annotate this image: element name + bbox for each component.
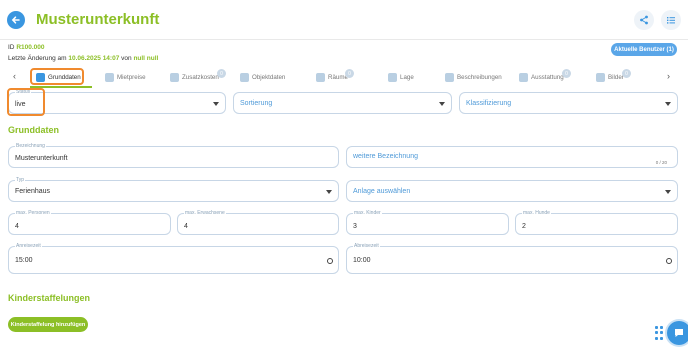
- character-counter: 0 / 20: [655, 160, 667, 165]
- changed-date: 10.06.2025 14:07: [68, 55, 120, 62]
- tab-beschreibungen[interactable]: Beschreibungen: [445, 70, 502, 84]
- clock-icon[interactable]: [327, 258, 333, 264]
- weitere-bezeichnung-field[interactable]: weitere Bezeichnung 0 / 20: [346, 146, 678, 168]
- klassifizierung-placeholder: Klassifizierung: [466, 100, 512, 107]
- grunddaten-section-title: Grunddaten: [8, 125, 59, 135]
- max-kinder-label: max. Kinder: [353, 210, 382, 216]
- bezeichnung-field[interactable]: Bezeichnung Musterunterkunft: [8, 143, 339, 168]
- tab-label: Lage: [400, 73, 414, 81]
- bezeichnung-value: Musterunterkunft: [15, 155, 68, 162]
- id-label: ID: [8, 44, 15, 51]
- status-highlight-box: [7, 88, 45, 116]
- list-icon: [667, 17, 675, 24]
- tab-label: Zusatzkosten: [182, 73, 219, 81]
- bilder-count-badge: 0: [622, 69, 631, 78]
- kinderstaffelungen-section-title: Kinderstaffelungen: [8, 293, 91, 303]
- amenities-icon: [519, 72, 528, 82]
- share-icon: [640, 15, 648, 25]
- raeume-count-badge: 0: [345, 69, 354, 78]
- image-icon: [596, 72, 605, 82]
- tab-raeume[interactable]: Räume: [316, 70, 348, 84]
- max-hunde-label: max. Hunde: [522, 210, 551, 216]
- chevron-right-icon[interactable]: ›: [667, 71, 670, 81]
- back-button[interactable]: [7, 11, 25, 29]
- top-bar: Musterunterkunft: [0, 0, 688, 40]
- chevron-down-icon: [665, 102, 671, 106]
- max-hunde-value: 2: [522, 223, 526, 230]
- record-id: ID R100.000: [8, 44, 45, 51]
- anlage-placeholder: Anlage auswählen: [353, 188, 411, 195]
- anreisezeit-value: 15:00: [15, 257, 33, 264]
- abreisezeit-field[interactable]: Abreisezeit 10:00: [346, 243, 678, 274]
- changed-prefix: Letzte Änderung am: [8, 55, 67, 62]
- tab-label: Objektdaten: [252, 73, 286, 81]
- max-hunde-field[interactable]: max. Hunde 2: [515, 210, 678, 235]
- typ-select[interactable]: Typ Ferienhaus: [8, 177, 339, 202]
- chevron-left-icon[interactable]: ‹: [13, 71, 16, 81]
- clock-icon[interactable]: [666, 258, 672, 264]
- tab-lage[interactable]: Lage: [388, 70, 414, 84]
- weitere-bezeichnung-placeholder: weitere Bezeichnung: [353, 153, 418, 160]
- coins-icon: [170, 72, 179, 82]
- current-users-button[interactable]: Aktuelle Benutzer (1): [611, 43, 677, 56]
- id-value: R100.000: [16, 44, 45, 51]
- ausstattung-count-badge: 0: [562, 69, 571, 78]
- tab-label: Ausstattung: [531, 73, 564, 81]
- tab-bar: ‹ Grunddaten Mietpreise Zusatzkosten 0 O…: [0, 66, 688, 88]
- max-erwachsene-field[interactable]: max. Erwachsene 4: [177, 210, 339, 235]
- list-menu-button[interactable]: [661, 10, 681, 30]
- share-button[interactable]: [634, 10, 654, 30]
- changed-by-prefix: von: [121, 55, 132, 62]
- add-kinderstaffelung-button[interactable]: Kinderstaffelung hinzufügen: [8, 317, 88, 332]
- typ-label: Typ: [15, 177, 26, 183]
- tab-label: Mietpreise: [117, 73, 146, 81]
- max-erwachsene-label: max. Erwachsene: [184, 210, 226, 216]
- max-personen-label: max. Personen: [15, 210, 51, 216]
- tab-label: Beschreibungen: [457, 73, 502, 81]
- bed-icon: [316, 72, 325, 82]
- chart-icon: [105, 72, 114, 82]
- bezeichnung-label: Bezeichnung: [15, 143, 46, 149]
- sortierung-select[interactable]: Sortierung: [233, 92, 452, 114]
- max-kinder-field[interactable]: max. Kinder 3: [346, 210, 509, 235]
- location-pin-icon: [388, 72, 397, 82]
- klassifizierung-select[interactable]: Klassifizierung: [459, 92, 678, 114]
- zusatzkosten-count-badge: 0: [217, 69, 226, 78]
- tab-mietpreise[interactable]: Mietpreise: [105, 70, 146, 84]
- last-change: Letzte Änderung am 10.06.2025 14:07 von …: [8, 55, 158, 62]
- abreisezeit-value: 10:00: [353, 257, 371, 264]
- sortierung-placeholder: Sortierung: [240, 100, 273, 107]
- chevron-down-icon: [326, 190, 332, 194]
- anlage-select[interactable]: Anlage auswählen: [346, 180, 678, 202]
- max-personen-value: 4: [15, 223, 19, 230]
- changed-by: null null: [133, 55, 159, 62]
- chevron-down-icon: [665, 190, 671, 194]
- arrow-left-icon: [11, 16, 20, 24]
- max-erwachsene-value: 4: [184, 223, 188, 230]
- anreisezeit-field[interactable]: Anreisezeit 15:00: [8, 243, 339, 274]
- chat-button[interactable]: [667, 321, 688, 345]
- chevron-down-icon: [439, 102, 445, 106]
- chat-icon: [675, 329, 683, 337]
- tab-zusatzkosten[interactable]: Zusatzkosten: [170, 70, 219, 84]
- max-personen-field[interactable]: max. Personen 4: [8, 210, 171, 235]
- text-icon: [445, 72, 454, 82]
- tab-highlight-box: [30, 68, 84, 85]
- home-icon: [240, 72, 249, 82]
- tab-ausstattung[interactable]: Ausstattung: [519, 70, 564, 84]
- tab-bilder[interactable]: Bilder: [596, 70, 624, 84]
- tab-objektdaten[interactable]: Objektdaten: [240, 70, 285, 84]
- typ-value: Ferienhaus: [15, 188, 51, 195]
- page-title: Musterunterkunft: [36, 11, 160, 28]
- drag-handle-icon[interactable]: [655, 326, 663, 340]
- max-kinder-value: 3: [353, 223, 357, 230]
- chevron-down-icon: [213, 102, 219, 106]
- anreisezeit-label: Anreisezeit: [15, 243, 42, 249]
- abreisezeit-label: Abreisezeit: [353, 243, 380, 249]
